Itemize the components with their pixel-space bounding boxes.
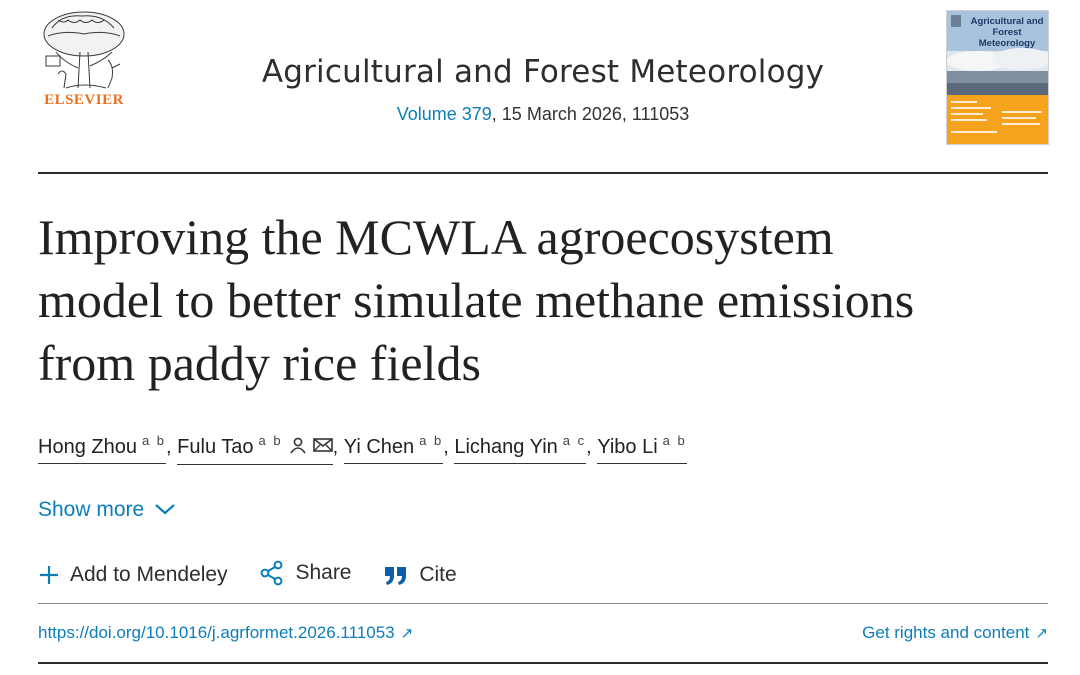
author-affiliation: a b — [662, 433, 687, 448]
person-icon — [289, 436, 307, 460]
plus-icon — [40, 566, 58, 584]
author-affiliation: a c — [562, 433, 587, 448]
author-affiliation: a b — [258, 433, 283, 448]
cover-title: Agricultural and Forest Meteorology — [970, 16, 1044, 49]
external-arrow-icon: ↗ — [1035, 625, 1048, 642]
author-name: Fulu Tao — [177, 436, 254, 458]
mendeley-label: Add to Mendeley — [70, 563, 228, 586]
volume-link[interactable]: Volume 379 — [397, 104, 492, 124]
actions-divider — [38, 603, 1048, 604]
add-to-mendeley-button[interactable]: Add to Mendeley — [38, 563, 228, 587]
author-name: Lichang Yin — [454, 436, 558, 458]
journal-title[interactable]: Agricultural and Forest Meteorology — [38, 54, 1048, 90]
author-link[interactable]: Fulu Tao a b — [177, 433, 333, 465]
author-separator: , — [586, 436, 592, 458]
show-more-label: Show more — [38, 498, 145, 521]
envelope-icon[interactable] — [312, 436, 333, 459]
author-list: Hong Zhou a b, Fulu Tao a b, Yi Chen a b, L… — [38, 433, 687, 465]
author-separator: , — [443, 436, 449, 458]
author-link[interactable]: Yi Chen a b — [343, 433, 444, 464]
chevron-down-icon — [154, 498, 176, 522]
external-arrow-icon: ↗ — [400, 625, 414, 642]
author-name: Yibo Li — [597, 436, 658, 458]
share-label: Share — [295, 561, 352, 584]
author-separator: , — [166, 436, 172, 458]
issue-info: Volume 379, 15 March 2026, 111053 — [38, 104, 1048, 125]
author-link[interactable]: Yibo Li a b — [597, 433, 687, 464]
share-button[interactable]: Share — [259, 560, 352, 586]
article-title: Improving the MCWLA agroecosystem model … — [38, 206, 1058, 395]
issue-details: , 15 March 2026, 111053 — [491, 104, 690, 124]
rights-and-content-link[interactable]: Get rights and content ↗ — [862, 623, 1048, 643]
article-title-line: Improving the MCWLA agroecosystem — [38, 209, 834, 265]
author-name: Yi Chen — [343, 436, 415, 458]
author-link[interactable]: Hong Zhou a b — [38, 433, 167, 464]
footer-divider — [38, 662, 1048, 664]
author-link[interactable]: Lichang Yin a c — [454, 433, 587, 464]
rights-text: Get rights and content — [862, 623, 1030, 642]
show-more-button[interactable]: Show more — [38, 498, 176, 522]
quote-icon — [385, 567, 407, 585]
journal-header: ELSEVIER Agricultural and Forest Meteoro… — [38, 0, 1049, 172]
author-separator: , — [332, 436, 339, 458]
journal-cover-image[interactable]: Agricultural and Forest Meteorology — [946, 10, 1049, 145]
author-affiliation: a b — [141, 433, 167, 448]
doi-text: https://doi.org/10.1016/j.agrformet.2026… — [38, 623, 395, 642]
article-title-line: model to better simulate methane emissio… — [38, 272, 915, 328]
article-actions: Add to Mendeley Share Cite — [38, 560, 483, 592]
article-title-line: from paddy rice fields — [38, 335, 481, 391]
header-divider — [38, 172, 1048, 174]
share-icon — [261, 560, 283, 586]
author-affiliation: a b — [419, 433, 444, 448]
author-name: Hong Zhou — [38, 436, 137, 458]
doi-link[interactable]: https://doi.org/10.1016/j.agrformet.2026… — [38, 623, 413, 643]
cite-button[interactable]: Cite — [383, 563, 457, 587]
cite-label: Cite — [419, 563, 457, 586]
